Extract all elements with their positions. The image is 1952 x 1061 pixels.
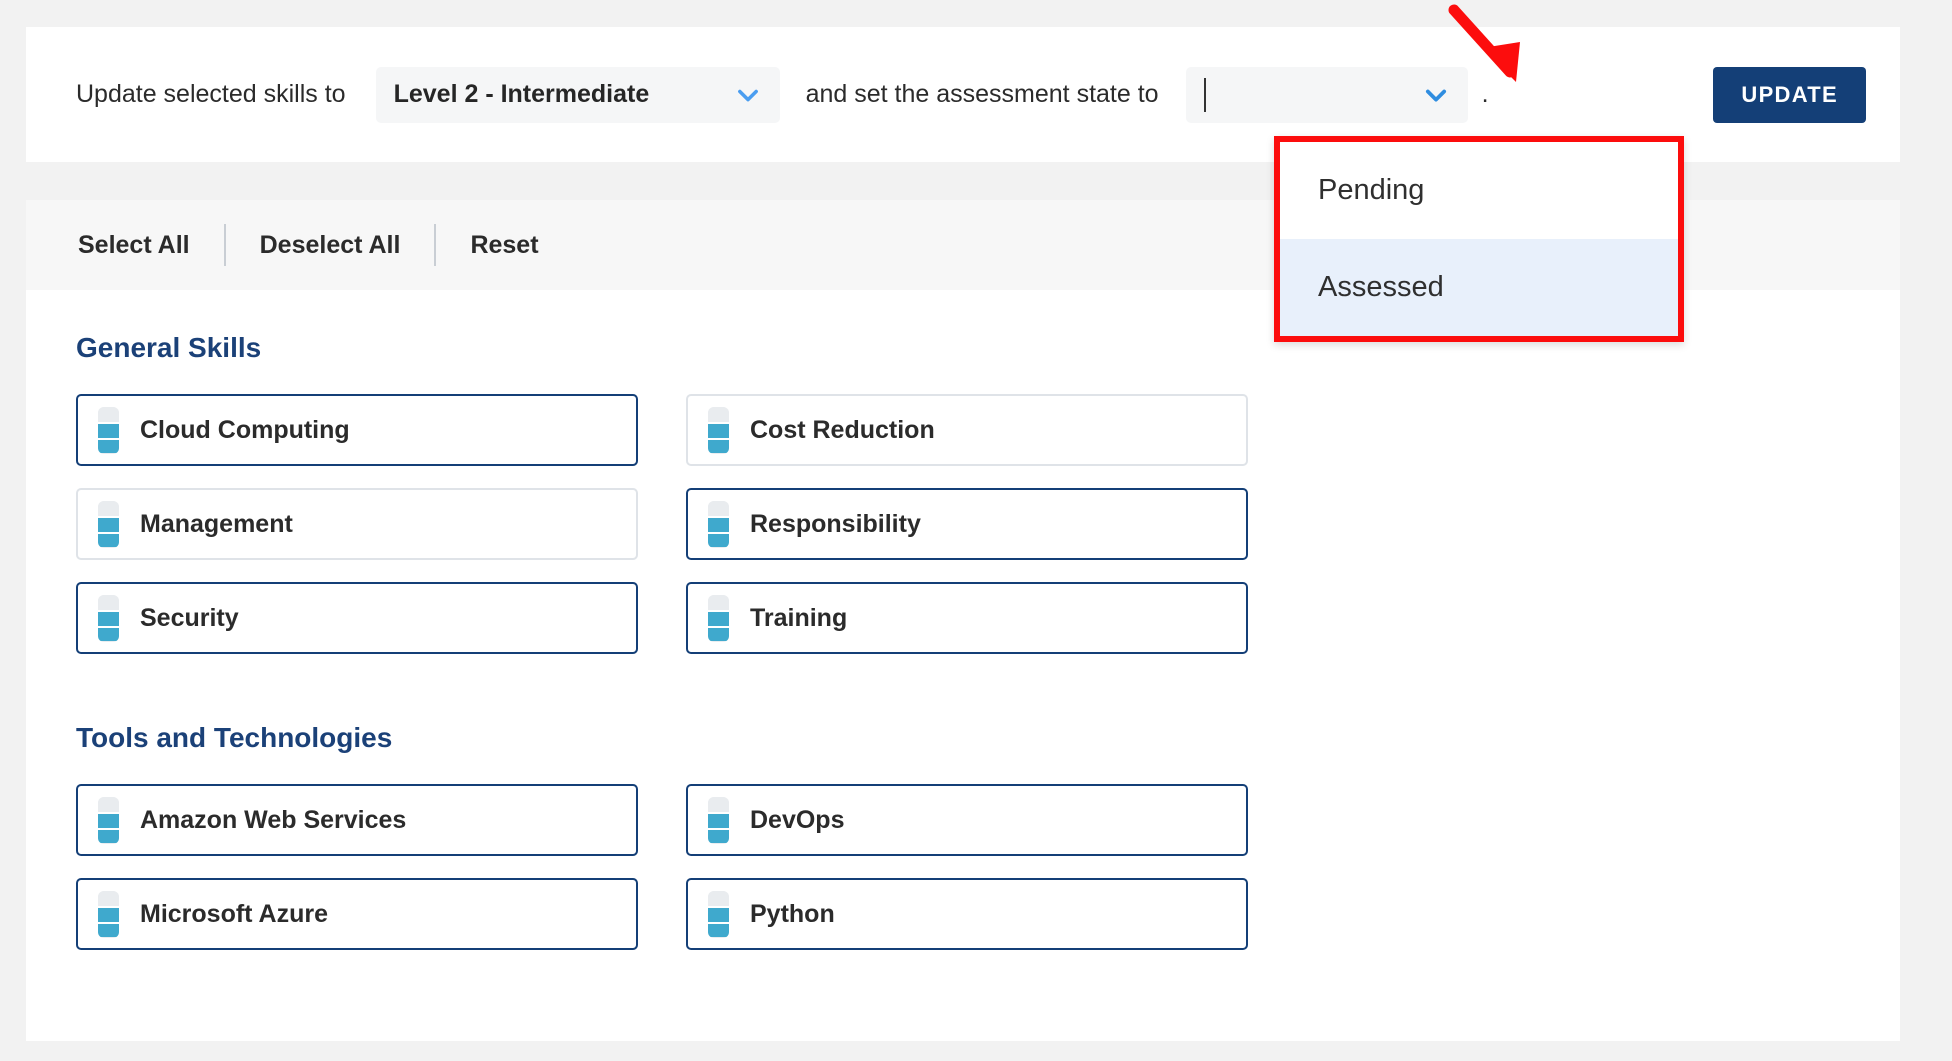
skill-card-label: Training bbox=[750, 603, 848, 632]
skill-level-indicator-icon bbox=[708, 890, 729, 938]
skill-card[interactable]: Cloud Computing bbox=[76, 394, 638, 466]
skill-card-label: Amazon Web Services bbox=[140, 805, 407, 834]
level-segment bbox=[708, 531, 729, 548]
skill-card[interactable]: Training bbox=[686, 582, 1248, 654]
level-segment bbox=[708, 437, 729, 454]
level-segment bbox=[98, 406, 119, 423]
skill-level-indicator-icon bbox=[98, 890, 119, 938]
chevron-down-icon bbox=[737, 89, 758, 101]
chevron-down-icon[interactable] bbox=[1422, 81, 1450, 109]
skill-level-indicator-icon bbox=[708, 500, 729, 548]
skill-section: General Skills Cloud Computing Cost Reduct… bbox=[76, 332, 1850, 654]
skill-card-label: Responsibility bbox=[750, 509, 921, 538]
skill-level-select[interactable]: Level 2 - Intermediate bbox=[375, 66, 780, 123]
dropdown-option-assessed[interactable]: Assessed bbox=[1280, 239, 1678, 336]
skill-card[interactable]: DevOps bbox=[686, 784, 1248, 856]
level-segment bbox=[98, 437, 119, 454]
skill-card[interactable]: Microsoft Azure bbox=[76, 878, 638, 950]
level-segment bbox=[98, 625, 119, 642]
skill-card[interactable]: Management bbox=[76, 488, 638, 560]
level-segment bbox=[98, 516, 119, 532]
level-segment bbox=[708, 500, 729, 517]
level-segment bbox=[98, 500, 119, 517]
update-button[interactable]: UPDATE bbox=[1713, 66, 1866, 123]
action-divider bbox=[223, 224, 226, 266]
level-segment bbox=[708, 625, 729, 642]
reset-button[interactable]: Reset bbox=[470, 231, 538, 260]
skill-card[interactable]: Responsibility bbox=[686, 488, 1248, 560]
skill-card-label: Cloud Computing bbox=[140, 415, 350, 444]
skills-panel: General Skills Cloud Computing Cost Reduct… bbox=[26, 290, 1900, 1041]
level-segment bbox=[708, 406, 729, 423]
assessment-state-dropdown-menu[interactable]: Pending Assessed bbox=[1274, 136, 1684, 342]
level-segment bbox=[708, 890, 729, 907]
level-segment bbox=[708, 422, 729, 438]
level-segment bbox=[708, 812, 729, 828]
skill-card-label: Python bbox=[750, 899, 835, 928]
skill-level-indicator-icon bbox=[708, 406, 729, 454]
page-root: Update selected skills to Level 2 - Inte… bbox=[0, 0, 1952, 1061]
skill-level-indicator-icon bbox=[98, 796, 119, 844]
skill-sections: General Skills Cloud Computing Cost Reduct… bbox=[76, 332, 1850, 950]
assessment-state-label: and set the assessment state to bbox=[805, 80, 1159, 108]
deselect-all-button[interactable]: Deselect All bbox=[260, 231, 401, 260]
level-segment bbox=[98, 906, 119, 922]
skill-card-label: DevOps bbox=[750, 805, 845, 834]
level-segment bbox=[98, 796, 119, 813]
level-segment bbox=[98, 531, 119, 548]
level-segment bbox=[98, 610, 119, 626]
level-segment bbox=[708, 921, 729, 938]
action-divider bbox=[434, 224, 437, 266]
level-segment bbox=[98, 827, 119, 844]
sentence-period: . bbox=[1481, 80, 1489, 108]
assessment-state-select[interactable] bbox=[1185, 66, 1468, 123]
level-segment bbox=[708, 516, 729, 532]
skill-grid: Amazon Web Services DevOps Microsoft Azure… bbox=[76, 784, 1850, 950]
level-segment bbox=[98, 812, 119, 828]
update-prefix-label: Update selected skills to bbox=[76, 80, 346, 108]
skill-card-label: Cost Reduction bbox=[750, 415, 935, 444]
dropdown-option-pending[interactable]: Pending bbox=[1280, 142, 1678, 239]
level-segment bbox=[98, 890, 119, 907]
skill-level-value: Level 2 - Intermediate bbox=[393, 80, 650, 108]
skill-card-label: Management bbox=[140, 509, 293, 538]
skill-card-label: Security bbox=[140, 603, 239, 632]
skill-level-indicator-icon bbox=[98, 406, 119, 454]
skill-card-label: Microsoft Azure bbox=[140, 899, 328, 928]
skill-level-indicator-icon bbox=[708, 796, 729, 844]
skill-section: Tools and Technologies Amazon Web Service… bbox=[76, 722, 1850, 950]
select-all-button[interactable]: Select All bbox=[78, 231, 190, 260]
level-segment bbox=[708, 827, 729, 844]
skill-card[interactable]: Amazon Web Services bbox=[76, 784, 638, 856]
level-segment bbox=[708, 594, 729, 611]
skill-card[interactable]: Cost Reduction bbox=[686, 394, 1248, 466]
level-segment bbox=[708, 906, 729, 922]
skill-level-indicator-icon bbox=[708, 594, 729, 642]
skill-card[interactable]: Python bbox=[686, 878, 1248, 950]
level-segment bbox=[708, 610, 729, 626]
skill-card[interactable]: Security bbox=[76, 582, 638, 654]
level-segment bbox=[98, 921, 119, 938]
text-cursor bbox=[1203, 77, 1206, 112]
skill-level-indicator-icon bbox=[98, 500, 119, 548]
section-title: Tools and Technologies bbox=[76, 722, 393, 753]
level-segment bbox=[98, 422, 119, 438]
level-segment bbox=[98, 594, 119, 611]
skill-grid: Cloud Computing Cost Reduction Management R… bbox=[76, 394, 1850, 654]
level-segment bbox=[708, 796, 729, 813]
skill-level-indicator-icon bbox=[98, 594, 119, 642]
